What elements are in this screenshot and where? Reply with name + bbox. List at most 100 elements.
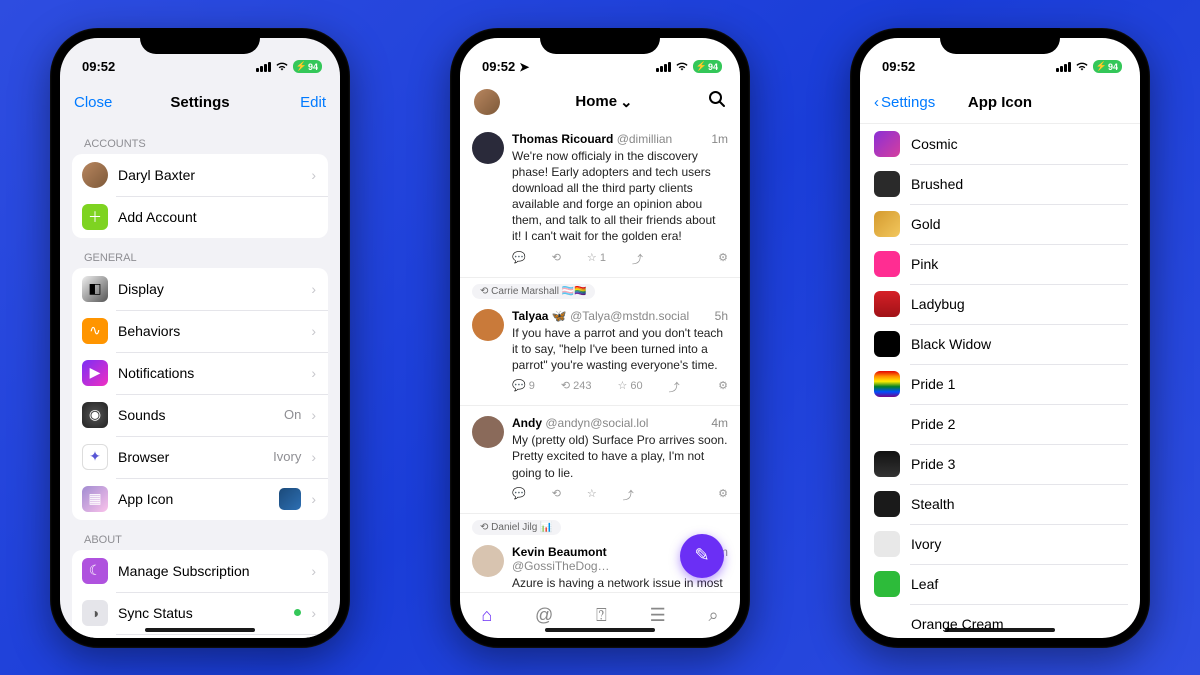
post-author[interactable]: Talyaa 🦋 [512,309,567,323]
account-row[interactable]: Daryl Baxter › [72,154,328,196]
post-time: 1m [711,132,728,146]
icon-option[interactable]: Black Widow [872,324,1128,364]
icon-option[interactable]: Ladybug [872,284,1128,324]
home-indicator[interactable] [945,628,1055,632]
post-actions: 💬 9 ⟲ 243 ☆ 60 ⤴ ⚙ [512,379,728,395]
icon-option[interactable]: Gold [872,204,1128,244]
icon-label: Gold [911,216,941,232]
post-handle: @Talya@mstdn.social [570,309,689,323]
icon-option[interactable]: Stealth [872,484,1128,524]
behaviors-row[interactable]: ∿ Behaviors › [72,310,328,352]
icon-preview [874,171,900,197]
home-indicator[interactable] [145,628,255,632]
compose-button[interactable]: ✎ [680,534,724,578]
share-button[interactable]: ⤴ [632,251,643,267]
avatar[interactable] [472,416,504,448]
share-button[interactable]: ⤴ [669,379,680,395]
chevron-down-icon: ⌄ [620,93,633,111]
post[interactable]: 4m Andy @andyn@social.lol My (pretty old… [460,406,740,514]
back-button[interactable]: ‹Settings [874,94,935,111]
notch [140,28,260,54]
icon-preview [874,291,900,317]
display-row[interactable]: ◧ Display › [72,268,328,310]
avatar[interactable] [472,545,504,577]
reply-button[interactable]: 💬 9 [512,379,535,395]
tab-profile[interactable]: ⍰ [596,605,607,626]
location-icon: ➤ [519,60,529,74]
post-author[interactable]: Kevin Beaumont [512,545,607,559]
battery-icon: ⚡94 [693,60,722,73]
manage-sub-row[interactable]: ☾ Manage Subscription › [72,550,328,592]
boost-button[interactable]: ⟲ [552,251,561,267]
plus-icon: ＋ [82,204,108,230]
icon-option[interactable]: Leaf [872,564,1128,604]
boost-button[interactable]: ⟲ 243 [561,379,592,395]
wifi-icon [275,60,289,74]
browser-row[interactable]: ✦ Browser Ivory › [72,436,328,478]
sounds-row[interactable]: ◉ Sounds On › [72,394,328,436]
post-author[interactable]: Thomas Ricouard [512,132,613,146]
post-handle: @dimillian [617,132,673,146]
share-button[interactable]: ⤴ [623,487,634,503]
feed-title[interactable]: Home⌄ [575,93,632,111]
post[interactable]: 1m Thomas Ricouard @dimillian We're now … [460,122,740,278]
edit-button[interactable]: Edit [300,94,326,111]
fav-button[interactable]: ☆ 1 [587,251,606,267]
reply-button[interactable]: 💬 [512,251,526,267]
notch [940,28,1060,54]
more-button[interactable]: ⚙ [718,251,728,267]
post-text: We're now officialy in the discovery pha… [512,148,728,245]
behaviors-icon: ∿ [82,318,108,344]
row-label: Sync Status [118,605,284,621]
row-label: App Icon [118,491,269,507]
reply-button[interactable]: 💬 [512,487,526,503]
home-indicator[interactable] [545,628,655,632]
notifications-row[interactable]: ▶ Notifications › [72,352,328,394]
subscription-icon: ☾ [82,558,108,584]
icon-list[interactable]: Cosmic Brushed Gold Pink Ladybug Black W… [860,124,1140,638]
icon-preview [874,331,900,357]
feed[interactable]: 1m Thomas Ricouard @dimillian We're now … [460,122,740,592]
appicon-row[interactable]: ▦ App Icon › [72,478,328,520]
post-time: 5h [715,309,728,323]
icon-preview [874,531,900,557]
fav-button[interactable]: ☆ [587,487,597,503]
icon-option[interactable]: Pink [872,244,1128,284]
icon-option[interactable]: Ivory [872,524,1128,564]
account-name: Daryl Baxter [118,167,301,183]
boost-label: ⟲ Carrie Marshall 🏳️‍⚧️🏳️‍🌈 [472,284,595,299]
signal-icon [656,62,671,72]
tab-search[interactable]: ⌕ [708,605,718,626]
add-account-label: Add Account [118,209,316,225]
tab-home[interactable]: ⌂ [481,605,492,626]
icon-option[interactable]: Pride 1 [872,364,1128,404]
icon-option[interactable]: Pride 2 [872,404,1128,444]
icon-option[interactable]: Cosmic [872,124,1128,164]
support-row[interactable]: ✧ Support › [72,634,328,638]
tab-lists[interactable]: ☰ [650,605,666,626]
post[interactable]: 5h Talyaa 🦋 @Talya@mstdn.social If you h… [460,299,740,407]
icon-option[interactable]: Orange Cream [872,604,1128,638]
add-account-row[interactable]: ＋ Add Account [72,196,328,238]
section-general: GENERAL [60,238,340,268]
more-button[interactable]: ⚙ [718,379,728,395]
post-text: My (pretty old) Surface Pro arrives soon… [512,432,728,481]
more-button[interactable]: ⚙ [718,487,728,503]
notch [540,28,660,54]
icon-label: Leaf [911,576,938,592]
search-button[interactable] [708,90,726,113]
avatar[interactable] [472,132,504,164]
tab-mentions[interactable]: @ [535,605,553,626]
boost-button[interactable]: ⟲ [552,487,561,503]
clock: 09:52 [482,59,515,74]
chevron-icon: › [311,449,316,465]
icon-option[interactable]: Brushed [872,164,1128,204]
fav-button[interactable]: ☆ 60 [618,379,643,395]
avatar-button[interactable] [474,89,500,115]
close-button[interactable]: Close [74,94,112,111]
avatar[interactable] [472,309,504,341]
chevron-icon: › [311,365,316,381]
phone-feed: 09:52 ➤ ⚡94 Home⌄ 1m Thomas Ricouard @dim… [450,28,750,648]
icon-option[interactable]: Pride 3 [872,444,1128,484]
post-author[interactable]: Andy [512,416,542,430]
